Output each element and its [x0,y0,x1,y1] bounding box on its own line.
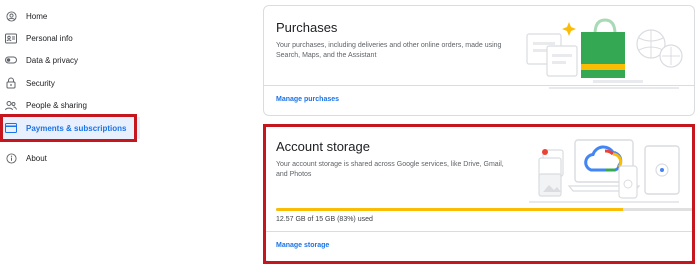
sidebar-item-security[interactable]: Security [0,72,140,94]
info-icon [5,152,17,164]
sidebar-item-about[interactable]: About [0,147,140,169]
manage-purchases-link[interactable]: Manage purchases [276,96,339,103]
sidebar-item-label: Home [26,11,48,21]
sidebar-item-label: About [26,153,47,163]
id-card-icon [5,32,17,44]
sidebar-item-data-privacy[interactable]: Data & privacy [0,49,140,71]
highlight-box [263,124,695,264]
purchases-description: Your purchases, including deliveries and… [276,42,502,59]
purchases-card: Purchases Your purchases, including deli… [263,5,695,116]
purchases-title: Purchases [276,20,338,35]
people-icon [5,99,17,111]
lock-icon [5,77,17,89]
sidebar-item-label: People & sharing [26,100,87,110]
highlight-box [0,114,137,142]
toggle-icon [5,54,17,66]
sidebar-item-label: Personal info [26,33,73,43]
card-divider [264,85,694,86]
sidebar-item-people-sharing[interactable]: People & sharing [0,94,140,116]
sidebar-item-label: Data & privacy [26,55,79,65]
account-circle-icon [5,10,17,22]
shopping-bag-illustration [519,12,689,90]
sidebar-item-home[interactable]: Home [0,5,140,27]
sidebar-item-label: Security [26,78,55,88]
sidebar-item-personal-info[interactable]: Personal info [0,27,140,49]
